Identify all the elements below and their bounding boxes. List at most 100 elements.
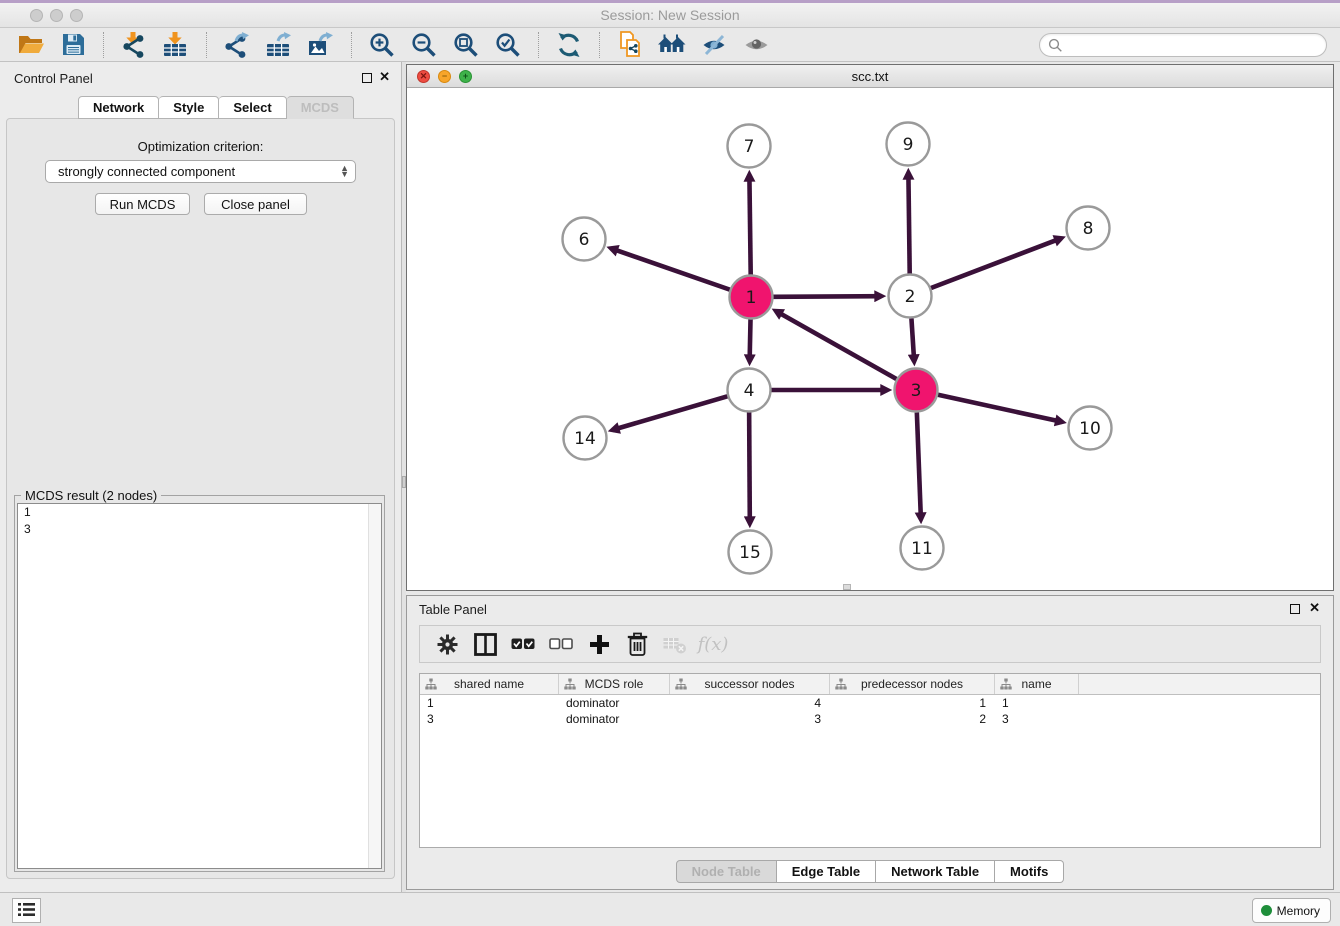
sitemap-icon (564, 678, 576, 693)
network-canvas[interactable]: 1 2 3 4 6 7 8 9 10 11 14 15 (407, 88, 1333, 590)
column-settings-button[interactable] (429, 628, 465, 660)
column-header-successor-nodes[interactable]: successor nodes (670, 674, 830, 694)
memory-button[interactable]: Memory (1252, 898, 1331, 923)
cell-shared-name[interactable]: 3 (420, 711, 559, 727)
task-history-button[interactable] (12, 898, 41, 923)
result-scrollbar[interactable] (368, 504, 381, 868)
node-14[interactable]: 14 (564, 417, 607, 460)
select-all-rows-button[interactable] (505, 628, 541, 660)
zoom-out-icon (411, 32, 437, 58)
export-image-button[interactable] (304, 30, 338, 60)
close-panel-icon[interactable]: ✕ (379, 70, 390, 83)
edge-2-8[interactable] (931, 238, 1061, 288)
show-columns-button[interactable] (467, 628, 503, 660)
new-network-from-selection-button[interactable] (613, 30, 647, 60)
sitemap-icon (425, 678, 437, 693)
svg-text:3: 3 (911, 381, 922, 401)
show-all-button[interactable] (739, 30, 773, 60)
cell-successor-nodes[interactable]: 3 (670, 711, 830, 727)
zoom-fit-button[interactable] (449, 30, 483, 60)
node-9[interactable]: 9 (887, 123, 930, 166)
node-10[interactable]: 10 (1069, 407, 1112, 450)
node-8[interactable]: 8 (1067, 207, 1110, 250)
edge-2-3[interactable] (911, 318, 914, 361)
column-header-predecessor-nodes[interactable]: predecessor nodes (830, 674, 995, 694)
run-mcds-button[interactable]: Run MCDS (95, 193, 190, 215)
edge-3-11[interactable] (917, 412, 921, 519)
edge-1-2[interactable] (773, 296, 881, 297)
table-row[interactable]: 3dominator323 (420, 711, 1320, 727)
table-row[interactable]: 1dominator411 (420, 695, 1320, 711)
search-input[interactable] (1063, 35, 1326, 55)
node-6[interactable]: 6 (563, 218, 606, 261)
mcds-result-list[interactable]: 13 (17, 503, 382, 869)
node-table[interactable]: shared nameMCDS rolesuccessor nodesprede… (419, 673, 1321, 848)
tab-motifs[interactable]: Motifs (995, 860, 1064, 883)
search-box[interactable] (1039, 33, 1327, 57)
zoom-selected-button[interactable] (491, 30, 525, 60)
cell-successor-nodes[interactable]: 4 (670, 695, 830, 711)
close-table-panel-icon[interactable]: ✕ (1309, 601, 1320, 614)
cell-shared-name[interactable]: 1 (420, 695, 559, 711)
export-table-button[interactable] (262, 30, 296, 60)
column-header-shared-name[interactable]: shared name (420, 674, 559, 694)
node-15[interactable]: 15 (729, 531, 772, 574)
create-column-button[interactable] (581, 628, 617, 660)
cell-mcds-role[interactable]: dominator (559, 711, 670, 727)
delete-columns-button[interactable] (619, 628, 655, 660)
export-network-icon (224, 32, 250, 58)
zoom-in-button[interactable] (365, 30, 399, 60)
network-window-titlebar[interactable]: ✕ − + scc.txt (407, 65, 1333, 88)
import-network-button[interactable] (117, 30, 151, 60)
tab-mcds[interactable]: MCDS (287, 96, 354, 119)
cell-predecessor-nodes[interactable]: 1 (830, 695, 995, 711)
maximize-window-button[interactable] (70, 9, 83, 22)
node-2[interactable]: 2 (889, 275, 932, 318)
edge-4-14[interactable] (612, 396, 727, 430)
tab-edge-table[interactable]: Edge Table (777, 860, 876, 883)
node-1[interactable]: 1 (730, 276, 773, 319)
node-11[interactable]: 11 (901, 527, 944, 570)
export-network-button[interactable] (220, 30, 254, 60)
edge-3-10[interactable] (938, 395, 1062, 422)
first-neighbors-button[interactable] (655, 30, 689, 60)
float-panel-icon[interactable] (362, 73, 372, 83)
tab-style[interactable]: Style (159, 96, 219, 119)
workspace-area: ✕ − + scc.txt 1234678910111415 Table Pan… (406, 62, 1340, 892)
deselect-all-rows-button[interactable] (543, 628, 579, 660)
column-header-name[interactable]: name (995, 674, 1079, 694)
column-header-mcds-role[interactable]: MCDS role (559, 674, 670, 694)
cell-predecessor-nodes[interactable]: 2 (830, 711, 995, 727)
minimize-window-button[interactable] (50, 9, 63, 22)
cell-name[interactable]: 3 (995, 711, 1079, 727)
memory-button-label: Memory (1277, 904, 1320, 918)
float-table-panel-icon[interactable] (1290, 604, 1300, 614)
tab-node-table[interactable]: Node Table (676, 860, 777, 883)
cell-mcds-role[interactable]: dominator (559, 695, 670, 711)
criterion-dropdown[interactable]: strongly connected component ▲▼ (45, 160, 356, 183)
tab-network-table[interactable]: Network Table (876, 860, 995, 883)
edge-1-4[interactable] (750, 319, 751, 361)
tab-select[interactable]: Select (219, 96, 286, 119)
cell-name[interactable]: 1 (995, 695, 1079, 711)
node-4[interactable]: 4 (728, 369, 771, 412)
canvas-grab-handle[interactable] (843, 584, 851, 590)
save-session-button[interactable] (56, 30, 90, 60)
open-session-button[interactable] (14, 30, 48, 60)
import-table-button[interactable] (159, 30, 193, 60)
apply-layout-button[interactable] (552, 30, 586, 60)
edge-1-6[interactable] (611, 248, 730, 289)
edge-3-1[interactable] (776, 311, 897, 379)
tab-network[interactable]: Network (78, 96, 159, 119)
edge-2-9[interactable] (908, 172, 909, 273)
hide-selected-button[interactable] (697, 30, 731, 60)
uncheck-all-icon (549, 637, 573, 651)
node-3[interactable]: 3 (895, 369, 938, 412)
edge-1-7[interactable] (749, 174, 750, 274)
close-window-button[interactable] (30, 9, 43, 22)
edge-4-15[interactable] (749, 412, 750, 523)
zoom-out-button[interactable] (407, 30, 441, 60)
close-panel-button[interactable]: Close panel (204, 193, 307, 215)
node-7[interactable]: 7 (728, 125, 771, 168)
window-controls (30, 9, 83, 22)
